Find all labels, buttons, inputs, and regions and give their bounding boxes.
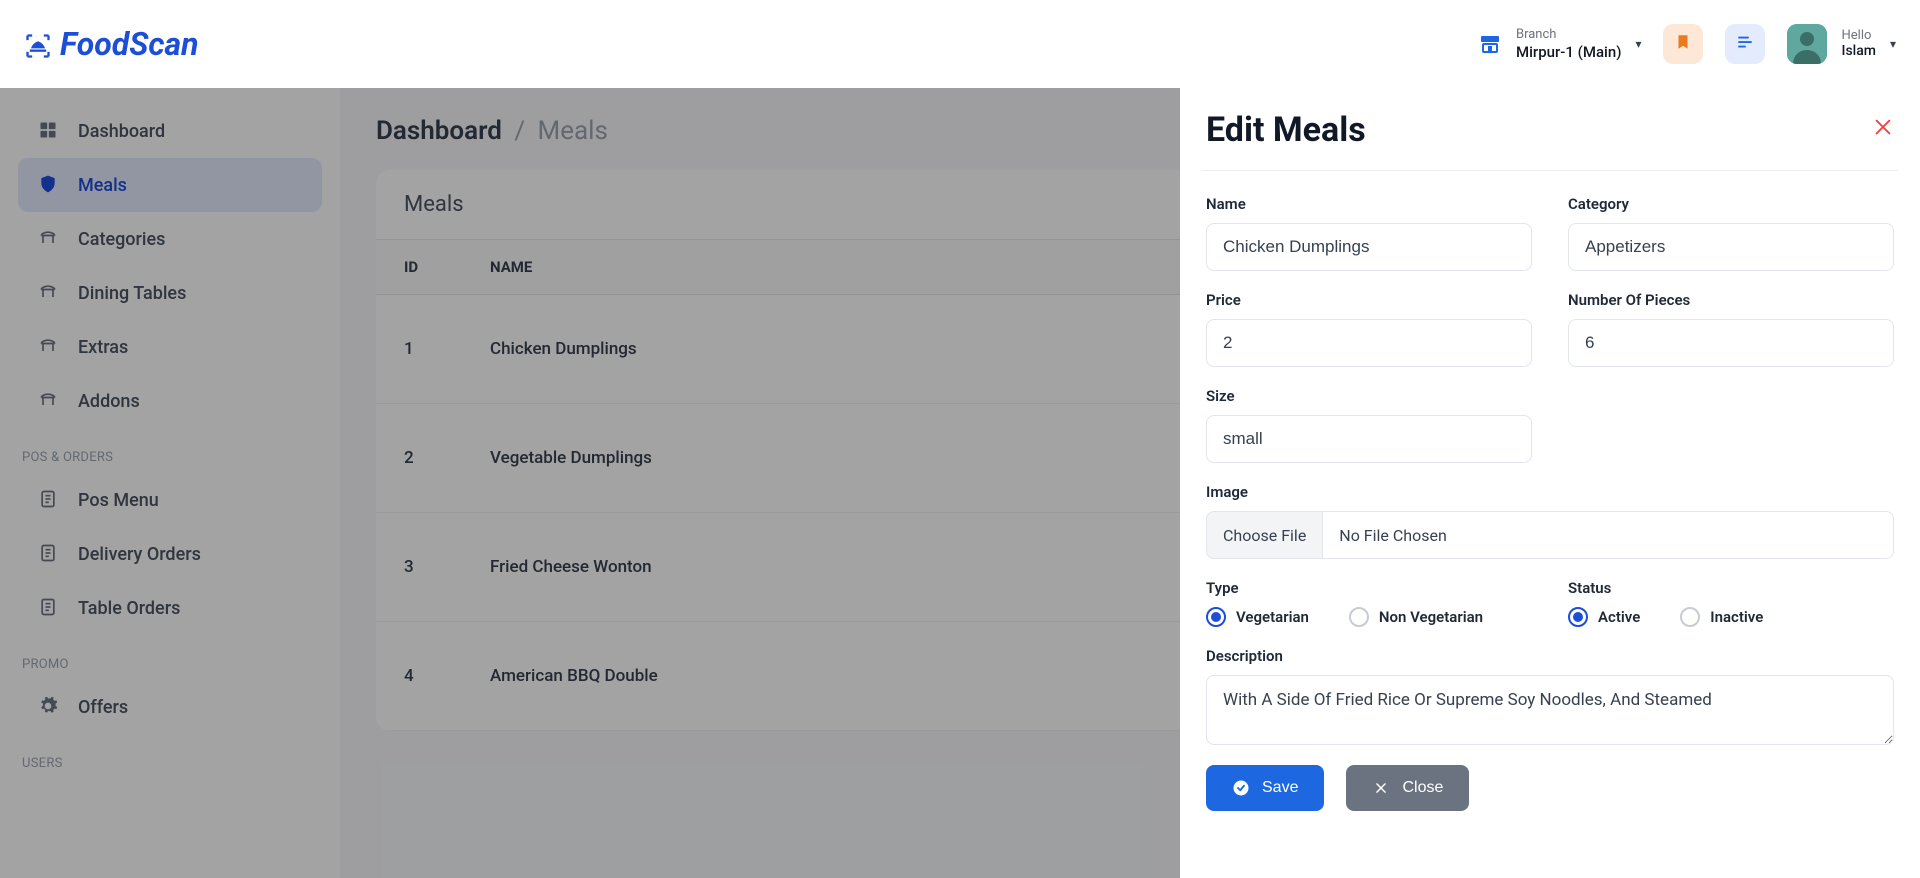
type-vegetarian-radio[interactable]: Vegetarian bbox=[1206, 607, 1309, 627]
category-input[interactable] bbox=[1568, 223, 1894, 271]
status-inactive-radio[interactable]: Inactive bbox=[1680, 607, 1763, 627]
branch-selector[interactable]: Branch Mirpur-1 (Main) ▾ bbox=[1478, 27, 1642, 61]
bookmark-button[interactable] bbox=[1663, 24, 1703, 64]
category-label: Category bbox=[1568, 195, 1894, 213]
description-label: Description bbox=[1206, 647, 1894, 665]
radio-checked-icon bbox=[1568, 607, 1588, 627]
radio-unchecked-icon bbox=[1349, 607, 1369, 627]
chevron-down-icon: ▾ bbox=[1635, 37, 1641, 51]
username: Islam bbox=[1841, 43, 1875, 60]
name-input[interactable] bbox=[1206, 223, 1532, 271]
logo-icon bbox=[24, 30, 52, 58]
store-icon bbox=[1478, 32, 1502, 56]
save-button[interactable]: Save bbox=[1206, 765, 1324, 811]
branch-label: Branch bbox=[1516, 27, 1621, 43]
drawer-title: Edit Meals bbox=[1206, 110, 1366, 150]
hello-text: Hello bbox=[1841, 28, 1875, 44]
status-active-radio[interactable]: Active bbox=[1568, 607, 1640, 627]
modal-overlay[interactable] bbox=[0, 88, 1180, 878]
price-label: Price bbox=[1206, 291, 1532, 309]
pieces-label: Number Of Pieces bbox=[1568, 291, 1894, 309]
radio-checked-icon bbox=[1206, 607, 1226, 627]
type-nonvegetarian-radio[interactable]: Non Vegetarian bbox=[1349, 607, 1483, 627]
branch-value: Mirpur-1 (Main) bbox=[1516, 43, 1621, 61]
menu-toggle-button[interactable] bbox=[1725, 24, 1765, 64]
radio-unchecked-icon bbox=[1680, 607, 1700, 627]
image-file-input[interactable]: Choose File No File Chosen bbox=[1206, 511, 1894, 559]
file-chosen-text: No File Chosen bbox=[1323, 512, 1463, 558]
description-input[interactable]: With A Side Of Fried Rice Or Supreme Soy… bbox=[1206, 675, 1894, 745]
chevron-down-icon: ▾ bbox=[1890, 37, 1896, 51]
bookmark-icon bbox=[1674, 33, 1692, 55]
close-icon bbox=[1372, 779, 1390, 797]
price-input[interactable] bbox=[1206, 319, 1532, 367]
logo[interactable]: FoodScan bbox=[24, 25, 198, 63]
pieces-input[interactable] bbox=[1568, 319, 1894, 367]
user-menu[interactable]: Hello Islam ▾ bbox=[1787, 24, 1896, 64]
check-circle-icon bbox=[1232, 779, 1250, 797]
edit-meal-drawer: Edit Meals Name Category Price Number Of… bbox=[1180, 88, 1920, 878]
close-icon[interactable] bbox=[1872, 116, 1894, 144]
name-label: Name bbox=[1206, 195, 1532, 213]
type-label: Type bbox=[1206, 579, 1532, 597]
close-button[interactable]: Close bbox=[1346, 765, 1469, 811]
size-label: Size bbox=[1206, 387, 1532, 405]
image-label: Image bbox=[1206, 483, 1894, 501]
size-input[interactable] bbox=[1206, 415, 1532, 463]
status-label: Status bbox=[1568, 579, 1894, 597]
avatar bbox=[1787, 24, 1827, 64]
logo-text: FoodScan bbox=[60, 25, 198, 63]
lines-icon bbox=[1736, 33, 1754, 55]
choose-file-button[interactable]: Choose File bbox=[1207, 512, 1323, 558]
